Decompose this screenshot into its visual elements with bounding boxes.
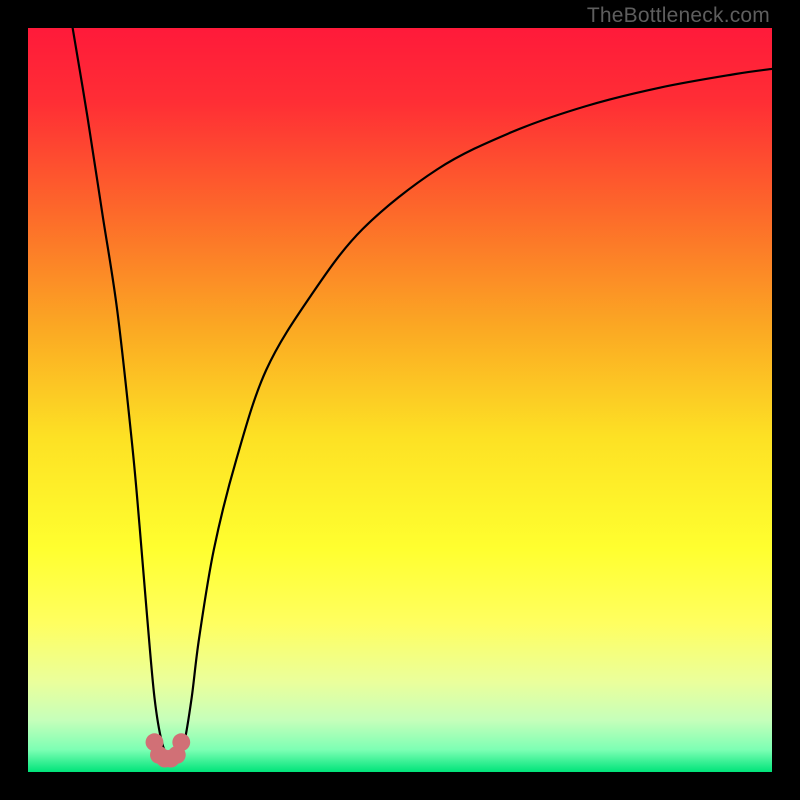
- optimum-markers: [146, 733, 191, 767]
- watermark-text: TheBottleneck.com: [587, 4, 770, 28]
- curve-layer: [28, 28, 772, 772]
- bottleneck-curve: [73, 28, 772, 759]
- plot-area: [28, 28, 772, 772]
- chart-frame: TheBottleneck.com: [0, 0, 800, 800]
- optimum-marker: [172, 733, 190, 751]
